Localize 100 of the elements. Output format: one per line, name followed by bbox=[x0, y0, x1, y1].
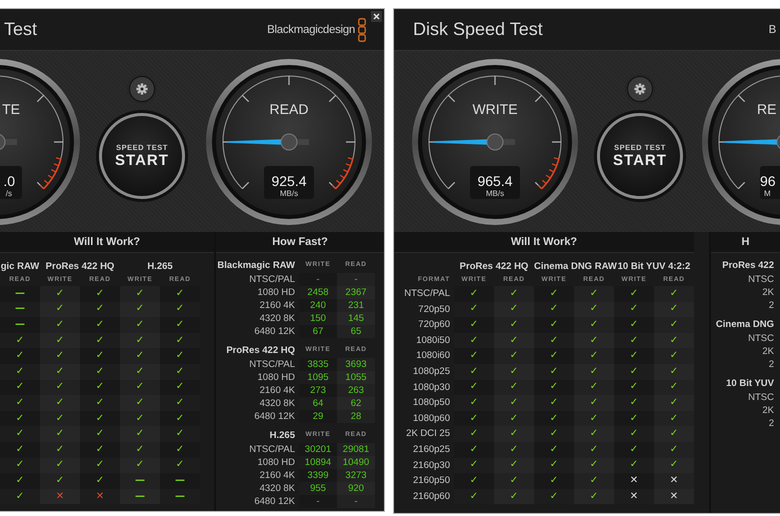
window-title: Disk Speed Test bbox=[413, 19, 543, 40]
status-mark: ✓ bbox=[56, 382, 64, 392]
format-label: 1080p30 bbox=[412, 380, 451, 395]
status-mark: ✓ bbox=[136, 351, 144, 362]
format-label: 4320 8K bbox=[258, 482, 296, 495]
status-mark: ✓ bbox=[470, 351, 478, 362]
status-mark: ✓ bbox=[670, 288, 678, 299]
status-mark: ✓ bbox=[176, 336, 184, 346]
status-mark: ✓ bbox=[590, 366, 598, 377]
format-label: 6480 12K bbox=[253, 495, 296, 508]
status-mark: ✓ bbox=[630, 429, 638, 440]
status-mark: ✓ bbox=[550, 288, 558, 299]
status-mark: ✓ bbox=[590, 320, 598, 330]
status-mark: ✓ bbox=[670, 429, 678, 440]
format-label: NTSC bbox=[747, 391, 775, 404]
settings-button[interactable] bbox=[129, 76, 155, 102]
format-label: 1080p25 bbox=[412, 364, 451, 379]
group-header: Blackmagic RAW bbox=[216, 259, 296, 273]
status-mark: ✓ bbox=[470, 336, 478, 346]
status-mark: ✓ bbox=[550, 304, 558, 314]
format-label: 2 bbox=[768, 358, 775, 371]
status-mark: ✓ bbox=[510, 320, 518, 330]
speed-value: 29081 bbox=[337, 443, 375, 456]
status-mark: ✓ bbox=[550, 336, 558, 346]
status-mark: ✓ bbox=[136, 366, 144, 377]
status-mark: ✓ bbox=[176, 320, 184, 330]
status-mark: ✓ bbox=[16, 351, 24, 362]
format-label: NTSC/PAL bbox=[248, 358, 296, 371]
gauge-needle bbox=[433, 133, 504, 150]
status-mark: ✓ bbox=[470, 476, 478, 486]
status-mark: ✓ bbox=[96, 351, 104, 362]
status-mark: ✓ bbox=[590, 398, 598, 408]
status-mark: ✓ bbox=[510, 476, 518, 486]
status-mark: ✓ bbox=[136, 336, 144, 346]
close-button[interactable] bbox=[371, 11, 382, 22]
speed-value: 145 bbox=[337, 312, 375, 325]
status-mark: ✓ bbox=[550, 492, 558, 502]
status-mark: ✓ bbox=[630, 351, 638, 362]
format-label: 1080 HD bbox=[256, 456, 296, 469]
status-mark: ✓ bbox=[56, 444, 64, 455]
format-label: 1080i50 bbox=[415, 334, 451, 348]
status-mark: ✓ bbox=[590, 429, 598, 440]
status-mark: ✓ bbox=[136, 320, 144, 330]
group-header: H.265 bbox=[146, 260, 174, 274]
status-mark: ✓ bbox=[56, 429, 64, 440]
format-label: 2160p60 bbox=[412, 490, 451, 504]
status-mark: ✓ bbox=[590, 288, 598, 299]
status-mark: ✓ bbox=[470, 320, 478, 330]
status-mark: ✓ bbox=[56, 320, 64, 330]
status-mark: ✓ bbox=[510, 492, 518, 502]
format-label: 6480 12K bbox=[253, 325, 296, 338]
format-label: 720p60 bbox=[417, 318, 451, 332]
status-mark: ✓ bbox=[176, 382, 184, 392]
status-mark: ✓ bbox=[510, 429, 518, 440]
status-mark: ✓ bbox=[16, 444, 24, 455]
status-mark: ✓ bbox=[176, 304, 184, 314]
status-mark: ✓ bbox=[16, 366, 24, 377]
format-label: 2160p30 bbox=[412, 458, 451, 473]
group-header: 10 Bit YUV 4:2:2 bbox=[617, 260, 692, 274]
format-label: 2160p25 bbox=[412, 442, 451, 457]
group-header: ProRes 422 HQ bbox=[458, 260, 530, 274]
status-mark: ✓ bbox=[136, 414, 144, 424]
format-label: 2 bbox=[768, 299, 775, 312]
format-label: 4320 8K bbox=[258, 397, 296, 410]
status-mark: ✓ bbox=[56, 288, 64, 299]
status-mark: ✓ bbox=[176, 414, 184, 424]
status-mark: ✓ bbox=[510, 351, 518, 362]
status-mark: ✓ bbox=[470, 304, 478, 314]
status-mark: ✓ bbox=[56, 460, 64, 470]
format-label: 1080 HD bbox=[256, 371, 296, 384]
status-mark: ✓ bbox=[630, 336, 638, 346]
status-mark: — bbox=[175, 476, 185, 486]
status-mark: ✓ bbox=[670, 366, 678, 377]
logo-text: Blackmagicdesign bbox=[267, 24, 355, 36]
status-mark: ✕ bbox=[96, 492, 104, 502]
status-mark: ✕ bbox=[670, 476, 678, 486]
settings-button[interactable] bbox=[627, 76, 653, 102]
status-mark: ✓ bbox=[510, 288, 518, 299]
gauge-label: RE bbox=[757, 100, 776, 116]
status-mark: ✓ bbox=[136, 429, 144, 440]
format-label: 4320 8K bbox=[258, 312, 296, 325]
gauge-label: READ bbox=[270, 100, 308, 116]
status-mark: ✓ bbox=[630, 288, 638, 299]
gauge-unit: /s bbox=[6, 188, 12, 198]
group-header: ProRes 422 HQ bbox=[225, 344, 296, 358]
status-mark: ✓ bbox=[96, 444, 104, 455]
status-mark: ✓ bbox=[16, 460, 24, 470]
group-header: ProRes 422 HQ bbox=[44, 260, 116, 274]
gauge-label: WRITE bbox=[472, 100, 518, 116]
group-header: Cinema DNG bbox=[714, 318, 775, 332]
status-mark: ✓ bbox=[550, 398, 558, 408]
status-mark: ✓ bbox=[16, 492, 24, 502]
status-mark: ✓ bbox=[96, 366, 104, 377]
format-label: 2 bbox=[768, 417, 775, 430]
status-mark: ✓ bbox=[136, 460, 144, 470]
status-mark: ✓ bbox=[96, 288, 104, 299]
status-mark: ✓ bbox=[630, 366, 638, 377]
status-mark: ✓ bbox=[96, 336, 104, 346]
format-label: 720p50 bbox=[417, 302, 451, 317]
status-mark: — bbox=[15, 304, 25, 314]
